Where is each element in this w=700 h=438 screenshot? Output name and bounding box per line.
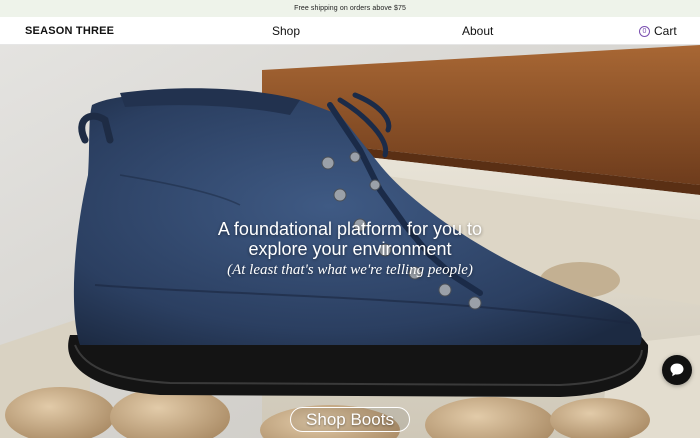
site-logo[interactable]: SEASON THREE [25,25,114,37]
hero-headline-line2: explore your environment [248,239,452,259]
hero-banner: A foundational platform for you to explo… [0,45,700,438]
cart-link[interactable]: 0 Cart [639,24,677,38]
cart-label: Cart [654,24,677,38]
chat-button[interactable] [662,355,692,385]
chat-bubble-icon [670,363,684,377]
nav-shop-link[interactable]: Shop [272,24,300,38]
hero-tagline: (At least that's what we're telling peop… [227,262,473,278]
hero-copy: A foundational platform for you to explo… [150,219,550,280]
announcement-text: Free shipping on orders above $75 [294,5,406,12]
site-header: SEASON THREE Shop About 0 Cart [0,17,700,45]
nav-about-link[interactable]: About [462,24,493,38]
hero-headline-line1: A foundational platform for you to [217,219,483,239]
shop-boots-button[interactable]: Shop Boots [290,407,410,432]
announcement-bar: Free shipping on orders above $75 [0,0,700,17]
cart-count-badge: 0 [639,25,650,37]
